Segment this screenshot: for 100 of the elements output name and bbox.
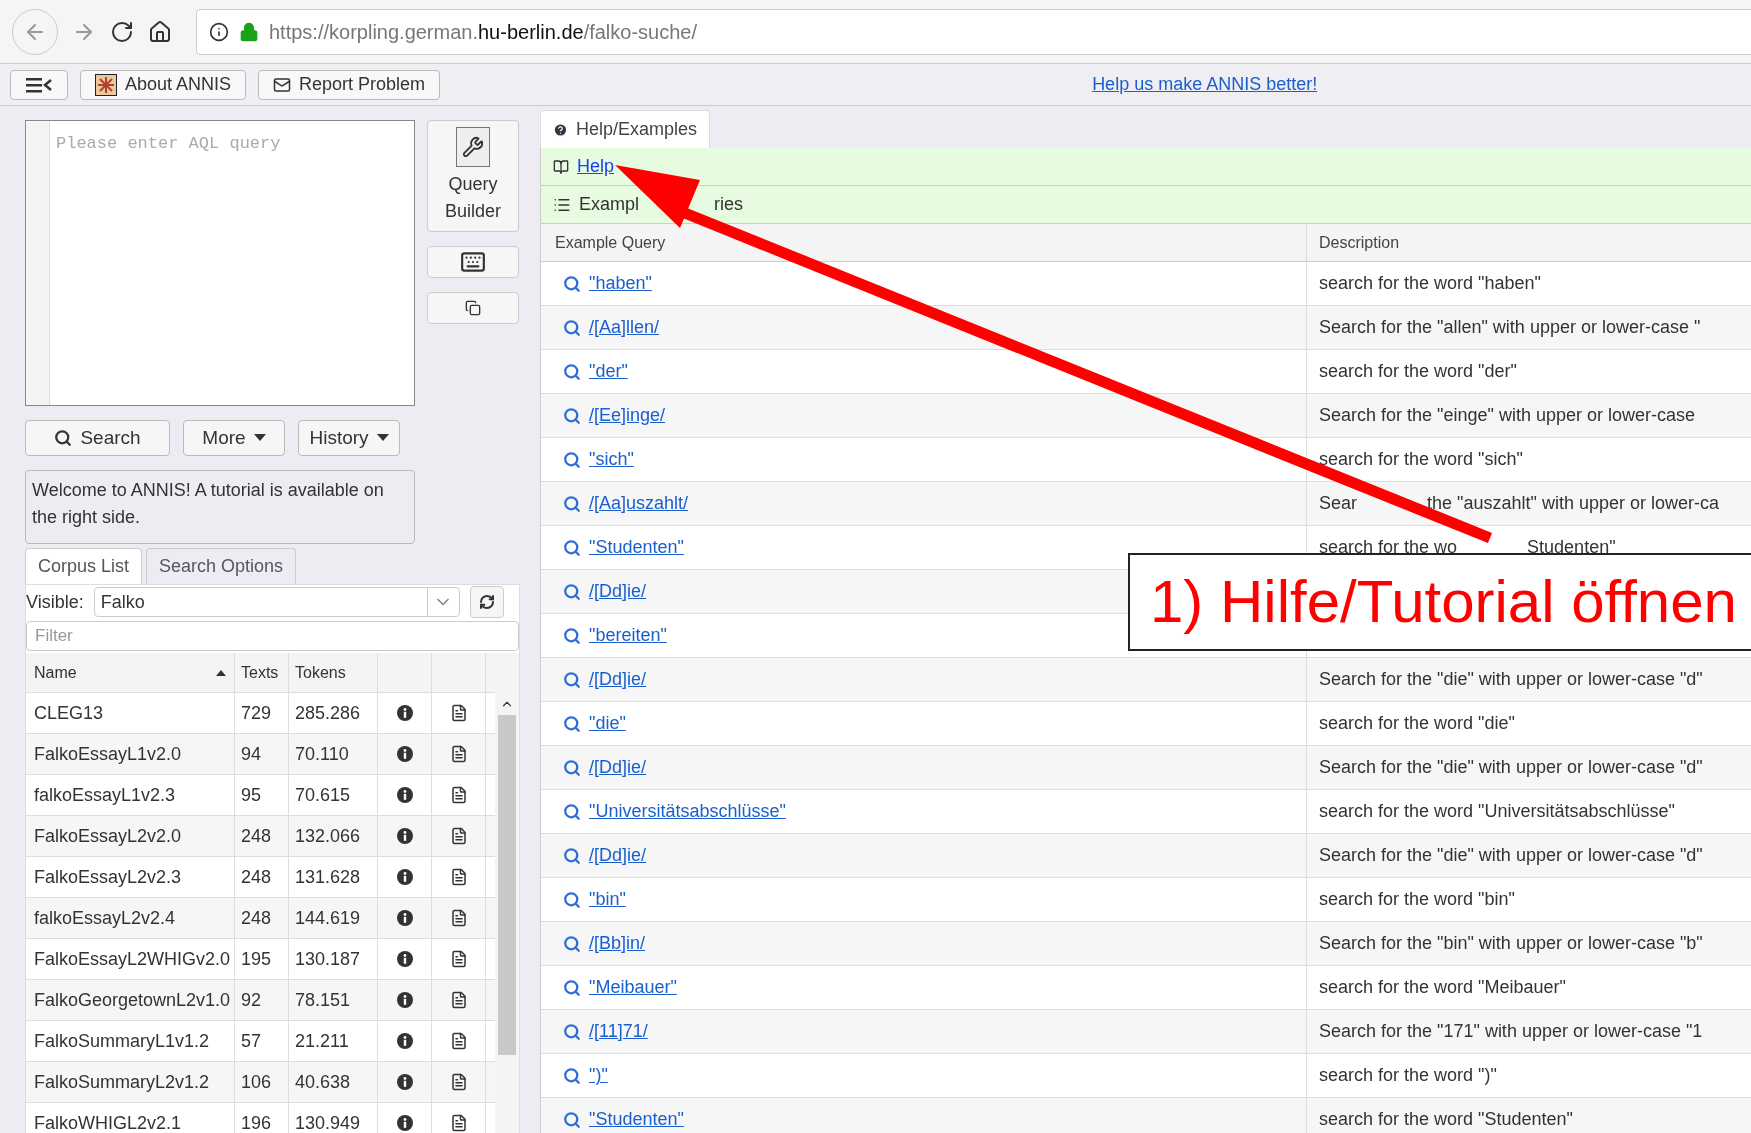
query-builder-button[interactable]: Query Builder — [427, 120, 519, 232]
book-icon — [553, 158, 569, 175]
search-icon[interactable] — [563, 450, 581, 469]
info-icon[interactable] — [396, 1115, 413, 1131]
table-cell: 132.066 — [289, 816, 378, 856]
search-icon[interactable] — [563, 978, 581, 997]
search-icon[interactable] — [563, 582, 581, 601]
table-cell: 195 — [235, 939, 289, 979]
table-cell-text: search for the word "Meibauer" — [1319, 976, 1566, 999]
report-button[interactable]: Report Problem — [258, 69, 441, 100]
info-icon[interactable] — [396, 828, 413, 844]
dropdown-button[interactable]: History — [298, 420, 400, 456]
query-link[interactable]: "Studenten" — [589, 1106, 684, 1133]
search-icon[interactable] — [563, 406, 581, 425]
search-icon[interactable] — [563, 934, 581, 953]
query-link[interactable]: /[Ee]inge/ — [589, 402, 666, 429]
help-examples-tab[interactable]: Help/Examples — [540, 110, 710, 148]
info-icon[interactable] — [396, 951, 413, 967]
document-icon[interactable] — [449, 745, 468, 763]
search-icon[interactable] — [563, 538, 581, 557]
query-link[interactable]: "der" — [589, 358, 628, 385]
query-link[interactable]: /[Dd]ie/ — [589, 578, 647, 605]
column-header[interactable]: Tokens — [289, 653, 378, 692]
query-link[interactable]: /[Dd]ie/ — [589, 754, 647, 781]
search-icon[interactable] — [563, 846, 581, 865]
info-icon[interactable] — [396, 910, 413, 926]
table-cell-text: search for the word "Studenten" — [1319, 1108, 1573, 1131]
home-icon[interactable] — [148, 19, 172, 44]
table-cell-text: search for the word "die" — [1319, 712, 1515, 735]
info-icon[interactable] — [396, 1033, 413, 1049]
query-link[interactable]: "Universitätsabschlüsse" — [589, 798, 786, 825]
search-icon[interactable] — [563, 494, 581, 513]
search-icon[interactable] — [563, 1110, 581, 1129]
search-icon[interactable] — [563, 1066, 581, 1085]
document-icon[interactable] — [449, 950, 468, 968]
info-icon[interactable] — [396, 705, 413, 721]
document-icon[interactable] — [449, 827, 468, 845]
document-icon[interactable] — [449, 991, 468, 1009]
search-icon[interactable] — [563, 670, 581, 689]
query-link[interactable]: "bin" — [589, 886, 626, 913]
lock-icon — [239, 21, 259, 42]
search-icon[interactable] — [563, 362, 581, 381]
query-link[interactable]: /[Aa]llen/ — [589, 314, 660, 341]
info-icon[interactable] — [396, 787, 413, 803]
panel-tab[interactable]: Search Options — [146, 548, 297, 584]
query-link[interactable]: /[Aa]uszahlt/ — [589, 490, 689, 517]
document-icon[interactable] — [449, 1073, 468, 1091]
table-cell-text: search for the word "sich" — [1319, 448, 1523, 471]
document-icon[interactable] — [449, 1114, 468, 1132]
query-link[interactable]: "Meibauer" — [589, 974, 677, 1001]
search-button[interactable]: Search — [25, 420, 170, 456]
dropdown-button[interactable]: More — [183, 420, 285, 456]
search-icon[interactable] — [563, 758, 581, 777]
query-link[interactable]: "Studenten" — [589, 534, 684, 561]
document-icon[interactable] — [449, 909, 468, 927]
query-link[interactable]: "die" — [589, 710, 626, 737]
accordion-header[interactable]: Exampl ries — [541, 186, 1751, 224]
table-cell: CLEG13 — [26, 693, 235, 733]
search-icon[interactable] — [563, 274, 581, 293]
feedback-link[interactable]: Help us make ANNIS better! — [1092, 71, 1318, 98]
info-icon[interactable] — [396, 869, 413, 885]
accordion-title: ries — [714, 193, 744, 216]
info-icon[interactable] — [396, 746, 413, 762]
column-header[interactable]: Name — [26, 653, 235, 692]
query-link[interactable]: "haben" — [589, 270, 652, 297]
table-cell: 40.638 — [289, 1062, 378, 1102]
refresh-button[interactable] — [469, 586, 504, 618]
panel-tab[interactable]: Corpus List — [25, 548, 143, 584]
keyboard-button[interactable] — [427, 246, 519, 278]
about-button[interactable]: About ANNIS — [80, 69, 247, 100]
query-link[interactable]: "bereiten" — [589, 622, 667, 649]
sidebar-toggle-button[interactable] — [10, 69, 68, 100]
query-link[interactable]: /[Bb]in/ — [589, 930, 646, 957]
search-icon[interactable] — [563, 802, 581, 821]
info-icon[interactable] — [396, 992, 413, 1008]
query-link[interactable]: /[Dd]ie/ — [589, 842, 647, 869]
search-icon[interactable] — [563, 318, 581, 337]
table-cell: falkoEssayL1v2.3 — [26, 775, 235, 815]
table-cell-text: search for the word "haben" — [1319, 272, 1541, 295]
accordion-header[interactable]: Help — [541, 148, 1751, 186]
scroll-thumb[interactable] — [498, 715, 516, 1055]
search-icon[interactable] — [563, 714, 581, 733]
query-link[interactable]: ")" — [589, 1062, 608, 1089]
column-header[interactable]: Texts — [235, 653, 289, 692]
query-link[interactable]: /[11]71/ — [589, 1018, 648, 1045]
logo-icon — [95, 73, 117, 96]
search-icon[interactable] — [563, 626, 581, 645]
document-icon[interactable] — [449, 786, 468, 804]
visible-select[interactable]: Falko — [93, 587, 460, 617]
document-icon[interactable] — [449, 1032, 468, 1050]
reload-icon[interactable] — [110, 19, 134, 44]
address-bar[interactable]: https://korpling.german.hu-berlin.de/falko-suche/ — [196, 8, 1751, 55]
document-icon[interactable] — [449, 868, 468, 886]
document-icon[interactable] — [449, 704, 468, 722]
query-link[interactable]: "sich" — [589, 446, 634, 473]
search-icon[interactable] — [563, 1022, 581, 1041]
help-link[interactable]: Help — [577, 153, 615, 180]
info-icon[interactable] — [396, 1074, 413, 1090]
query-link[interactable]: /[Dd]ie/ — [589, 666, 647, 693]
search-icon[interactable] — [563, 890, 581, 909]
